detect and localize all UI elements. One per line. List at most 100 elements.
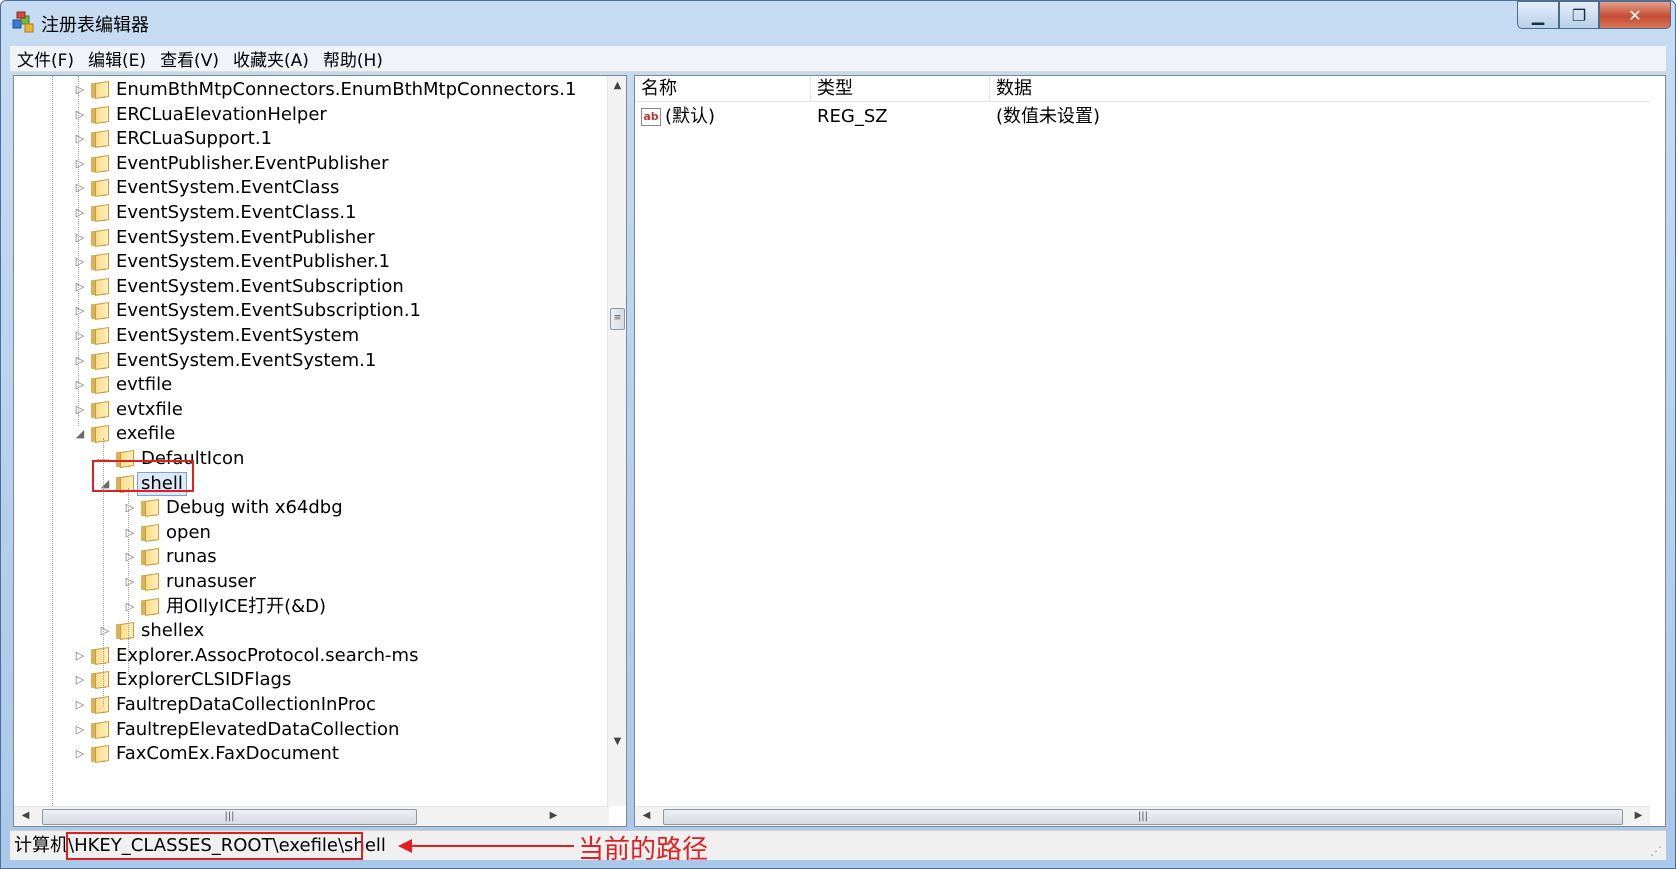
tree-node-label: FaultrepElevatedDataCollection xyxy=(116,718,400,740)
collapsed-arrow-icon[interactable]: ▷ xyxy=(74,280,86,293)
folder-icon xyxy=(90,105,110,124)
tree-node[interactable]: ▷ EventSystem.EventPublisher.1 xyxy=(14,249,609,275)
menu-edit[interactable]: 编辑(E) xyxy=(81,46,153,71)
collapsed-arrow-icon[interactable]: ▷ xyxy=(124,502,136,514)
column-header-type[interactable]: 类型 xyxy=(811,76,990,102)
folder-icon xyxy=(140,523,160,542)
collapsed-arrow-icon[interactable]: ▷ xyxy=(74,182,86,194)
collapsed-arrow-icon[interactable]: ▷ xyxy=(74,699,86,711)
folder-icon xyxy=(90,351,110,370)
tree-node[interactable]: ▷ EnumBthMtpConnectors.EnumBthMtpConnecto… xyxy=(14,77,609,103)
key-tree-pane: ▷ EnumBthMtpConnectors.EnumBthMtpConnecto… xyxy=(13,75,627,827)
collapsed-arrow-icon[interactable]: ▷ xyxy=(99,625,111,637)
tree-node[interactable]: ▷ EventPublisher.EventPublisher xyxy=(14,151,609,177)
collapsed-arrow-icon[interactable]: ▷ xyxy=(74,133,86,145)
folder-icon xyxy=(140,573,160,591)
caption-buttons: ▁ ❐ ✕ xyxy=(1517,1,1671,31)
title-bar[interactable]: 注册表编辑器 ▁ ❐ ✕ xyxy=(1,1,1675,45)
folder-icon xyxy=(90,376,110,395)
scroll-up-arrow-icon[interactable]: ▲ xyxy=(608,80,626,91)
folder-icon xyxy=(90,720,110,739)
collapsed-arrow-icon[interactable]: ▷ xyxy=(74,256,86,268)
registry-key-tree[interactable]: ▷ EnumBthMtpConnectors.EnumBthMtpConnecto… xyxy=(14,76,609,806)
tree-node-label: FaultrepDataCollectionInProc xyxy=(116,694,376,715)
scroll-down-arrow-icon[interactable]: ▼ xyxy=(608,736,626,747)
tree-node[interactable]: ▷ EventSystem.EventSystem xyxy=(14,323,609,349)
collapsed-arrow-icon[interactable]: ▷ xyxy=(124,600,136,613)
collapsed-arrow-icon[interactable]: ▷ xyxy=(74,231,86,244)
tree-node-label: EventPublisher.EventPublisher xyxy=(116,152,389,174)
collapsed-arrow-icon[interactable]: ▷ xyxy=(74,674,86,686)
tree-guide-line xyxy=(52,76,53,806)
tree-vertical-scrollbar[interactable]: ▲ ≡ ▼ xyxy=(607,76,626,806)
tree-node-label: EventSystem.EventSystem.1 xyxy=(116,349,377,371)
expanded-arrow-icon[interactable]: ◢ xyxy=(74,428,86,440)
collapsed-arrow-icon[interactable]: ▷ xyxy=(74,649,86,662)
tree-node[interactable]: ▷ FaultrepElevatedDataCollection xyxy=(14,717,609,743)
column-header-name[interactable]: 名称 xyxy=(635,76,811,102)
collapsed-arrow-icon[interactable]: ▷ xyxy=(74,403,86,416)
tree-node[interactable]: ▷ EventSystem.EventSubscription xyxy=(14,274,609,300)
tree-node-label: EnumBthMtpConnectors.EnumBthMtpConnector… xyxy=(116,79,577,100)
maximize-button[interactable]: ❐ xyxy=(1559,1,1599,29)
collapsed-arrow-icon[interactable]: ▷ xyxy=(74,748,86,760)
folder-icon xyxy=(90,745,110,764)
annotation-arrow xyxy=(402,845,574,847)
menu-favorites[interactable]: 收藏夹(A) xyxy=(226,46,316,71)
collapsed-arrow-icon[interactable]: ▷ xyxy=(74,330,86,342)
values-horizontal-scroll-thumb[interactable]: ||| xyxy=(663,809,1623,825)
minimize-button[interactable]: ▁ xyxy=(1517,1,1559,29)
tree-node[interactable]: ▷ evtfile xyxy=(14,372,609,398)
tree-node[interactable]: ▷ FaxComEx.FaxDocument xyxy=(14,741,609,767)
tree-node[interactable]: ▷ EventSystem.EventClass.1 xyxy=(14,200,609,226)
tree-vertical-scroll-thumb[interactable]: ≡ xyxy=(610,308,625,330)
tree-node[interactable]: ▷ ERCLuaSupport.1 xyxy=(14,126,609,152)
tree-node-label: EventSystem.EventSystem xyxy=(116,325,360,346)
values-pane: 名称 类型 数据 ab (默认) REG_SZ (数值未设置) ◀ ||| ▶ xyxy=(634,75,1666,827)
menu-file[interactable]: 文件(F) xyxy=(10,46,81,71)
collapsed-arrow-icon[interactable]: ▷ xyxy=(124,526,136,539)
menu-help[interactable]: 帮助(H) xyxy=(316,46,390,71)
registry-editor-icon xyxy=(12,11,34,33)
tree-node[interactable]: ▷ evtxfile xyxy=(14,397,609,423)
tree-node[interactable]: ▷ EventSystem.EventSubscription.1 xyxy=(14,298,609,324)
tree-node-label: EventSystem.EventPublisher.1 xyxy=(116,251,391,273)
tree-node-label: open xyxy=(166,521,211,543)
tree-horizontal-scrollbar[interactable]: ◀ ||| ▶ xyxy=(14,806,609,826)
column-header-data[interactable]: 数据 xyxy=(990,76,1650,102)
collapsed-arrow-icon[interactable]: ▷ xyxy=(74,84,86,96)
resize-grip-icon[interactable]: ⋰ xyxy=(1650,844,1662,858)
tree-node[interactable]: ▷ EventSystem.EventClass xyxy=(14,175,609,201)
string-value-icon: ab xyxy=(641,108,661,126)
values-horizontal-scrollbar[interactable]: ◀ ||| ▶ xyxy=(635,806,1650,826)
collapsed-arrow-icon[interactable]: ▷ xyxy=(124,576,136,588)
close-icon: ✕ xyxy=(1628,5,1642,25)
collapsed-arrow-icon[interactable]: ▷ xyxy=(74,723,86,736)
folder-icon xyxy=(90,327,110,345)
value-row[interactable]: ab (默认) REG_SZ (数值未设置) xyxy=(635,104,1635,130)
collapsed-arrow-icon[interactable]: ▷ xyxy=(74,305,86,317)
collapsed-arrow-icon[interactable]: ▷ xyxy=(74,207,86,219)
scroll-right-arrow-icon[interactable]: ▶ xyxy=(544,810,563,821)
tree-node[interactable]: ▷ ERCLuaElevationHelper xyxy=(14,102,609,128)
scroll-left-arrow-icon[interactable]: ◀ xyxy=(16,810,35,821)
minimize-icon: ▁ xyxy=(1531,5,1545,25)
scroll-right-arrow-icon[interactable]: ▶ xyxy=(1629,810,1648,821)
folder-icon xyxy=(90,400,110,419)
collapsed-arrow-icon[interactable]: ▷ xyxy=(74,157,86,170)
tree-node[interactable]: ▷ EventSystem.EventSystem.1 xyxy=(14,348,609,374)
scroll-left-arrow-icon[interactable]: ◀ xyxy=(637,810,656,821)
folder-icon xyxy=(90,228,110,247)
tree-node[interactable]: ▷ EventSystem.EventPublisher xyxy=(14,225,609,251)
collapsed-arrow-icon[interactable]: ▷ xyxy=(124,551,136,563)
menu-view[interactable]: 查看(V) xyxy=(153,46,226,71)
restore-icon: ❐ xyxy=(1571,5,1587,25)
annotation-text: 当前的路径 xyxy=(578,835,709,865)
close-button[interactable]: ✕ xyxy=(1599,1,1671,29)
values-list-header: 名称 类型 数据 xyxy=(635,76,1650,102)
collapsed-arrow-icon[interactable]: ▷ xyxy=(74,379,86,391)
collapsed-arrow-icon[interactable]: ▷ xyxy=(74,108,86,121)
collapsed-arrow-icon[interactable]: ▷ xyxy=(74,354,86,367)
tree-node-label: exefile xyxy=(116,423,176,445)
tree-horizontal-scroll-thumb[interactable]: ||| xyxy=(42,809,417,825)
